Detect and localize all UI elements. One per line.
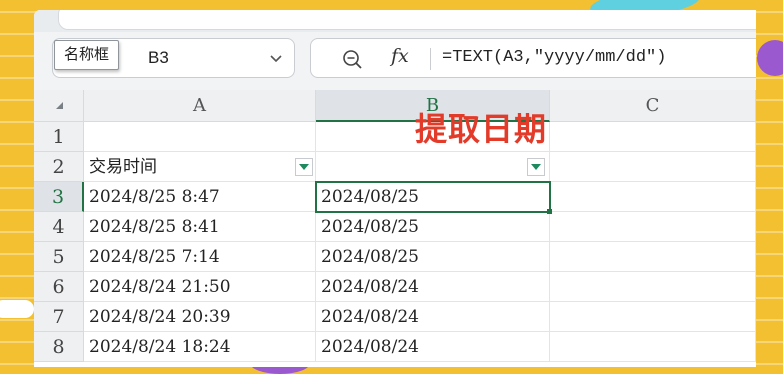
row-header[interactable]: 4 bbox=[34, 212, 84, 242]
cell-a3[interactable]: 2024/8/25 8:47 bbox=[84, 182, 316, 212]
column-header-c[interactable]: C bbox=[550, 90, 756, 122]
select-all-corner[interactable] bbox=[34, 90, 84, 122]
cell-c7[interactable] bbox=[550, 302, 756, 332]
title-strip bbox=[34, 10, 756, 32]
row-header[interactable]: 8 bbox=[34, 332, 84, 362]
row-header[interactable]: 1 bbox=[34, 122, 84, 152]
cell-a5[interactable]: 2024/8/25 7:14 bbox=[84, 242, 316, 272]
cell-b3[interactable]: 2024/08/25 bbox=[316, 182, 550, 212]
cell-b2[interactable] bbox=[316, 152, 550, 182]
cell-b4[interactable]: 2024/08/25 bbox=[316, 212, 550, 242]
cell-c8[interactable] bbox=[550, 332, 756, 362]
cell-b8[interactable]: 2024/08/24 bbox=[316, 332, 550, 362]
row-header[interactable]: 7 bbox=[34, 302, 84, 332]
cell-a7[interactable]: 2024/8/24 20:39 bbox=[84, 302, 316, 332]
cell-b7[interactable]: 2024/08/24 bbox=[316, 302, 550, 332]
column-header-a[interactable]: A bbox=[84, 90, 316, 122]
cell-a2[interactable]: 交易时间 bbox=[84, 152, 316, 182]
cell-a1[interactable] bbox=[84, 122, 316, 152]
formula-bar[interactable]: fx =TEXT(A3,"yyyy/mm/dd") bbox=[310, 38, 756, 78]
cell-b6[interactable]: 2024/08/24 bbox=[316, 272, 550, 302]
cell-c4[interactable] bbox=[550, 212, 756, 242]
cell-c1[interactable] bbox=[550, 122, 756, 152]
filter-dropdown-a[interactable] bbox=[295, 158, 313, 176]
formula-toolbar: B3 fx =TEXT(A3,"yyyy/mm/dd") bbox=[34, 32, 756, 96]
spreadsheet-window: B3 fx =TEXT(A3,"yyyy/mm/dd") 名称框 A B C 1… bbox=[34, 10, 756, 367]
cell-a8[interactable]: 2024/8/24 18:24 bbox=[84, 332, 316, 362]
cell-c6[interactable] bbox=[550, 272, 756, 302]
divider bbox=[430, 48, 431, 70]
row-header[interactable]: 3 bbox=[34, 182, 84, 212]
cell-a4[interactable]: 2024/8/25 8:41 bbox=[84, 212, 316, 242]
name-box-value[interactable]: B3 bbox=[148, 48, 169, 68]
chevron-down-icon[interactable] bbox=[268, 50, 284, 66]
fx-button[interactable]: fx bbox=[391, 45, 409, 67]
zoom-out-icon[interactable] bbox=[341, 48, 363, 70]
corner-triangle-icon bbox=[56, 102, 63, 109]
cell-b5[interactable]: 2024/08/25 bbox=[316, 242, 550, 272]
ribbon-edge bbox=[58, 10, 756, 30]
spreadsheet-grid: A B C 1 2 3 4 5 6 7 8 交易时间 2024/8/25 8:4… bbox=[34, 90, 756, 367]
cell-c5[interactable] bbox=[550, 242, 756, 272]
formula-input[interactable]: =TEXT(A3,"yyyy/mm/dd") bbox=[442, 48, 666, 67]
fill-handle[interactable] bbox=[547, 209, 552, 214]
cell-a6[interactable]: 2024/8/24 21:50 bbox=[84, 272, 316, 302]
row-header[interactable]: 5 bbox=[34, 242, 84, 272]
name-box-tooltip: 名称框 bbox=[54, 40, 120, 70]
decorative-shape bbox=[0, 300, 34, 318]
filter-dropdown-b[interactable] bbox=[527, 158, 545, 176]
cell-c3[interactable] bbox=[550, 182, 756, 212]
cell-c2[interactable] bbox=[550, 152, 756, 182]
annotation-label: 提取日期 bbox=[415, 110, 548, 148]
row-header[interactable]: 2 bbox=[34, 152, 84, 182]
row-header[interactable]: 6 bbox=[34, 272, 84, 302]
